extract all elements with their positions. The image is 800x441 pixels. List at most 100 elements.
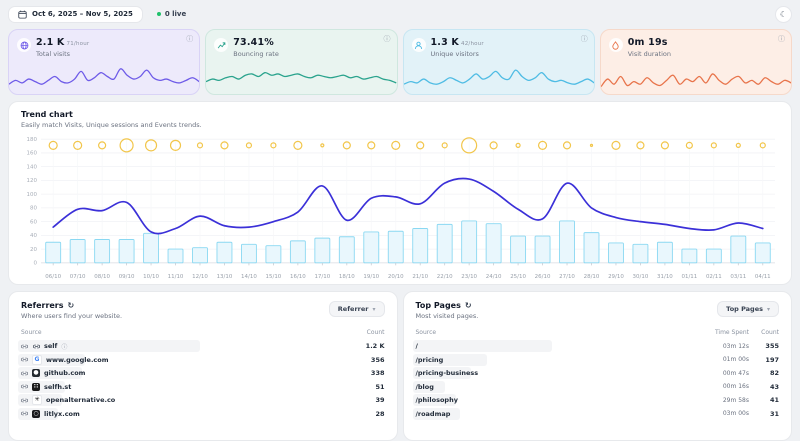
referrer-source: self [44,342,58,350]
svg-text:26/10: 26/10 [535,274,551,280]
bottom-row: Referrers ↻ Where users find your websit… [8,291,792,441]
stat-label: Unique visitors [430,50,479,58]
site-favicon: ● [32,369,40,377]
referrer-filter-dropdown[interactable]: Referrer ▾ [328,301,385,317]
svg-text:27/10: 27/10 [559,274,575,280]
page-count: 43 [769,382,779,391]
trend-chart[interactable]: 0 20 40 60 80 100 120 140 160 180 06/10 07/10 08/10 0… [21,131,779,283]
svg-text:01/11: 01/11 [681,274,697,280]
top-page-row[interactable]: /philosophy 29m 58s 41 [412,394,779,406]
svg-text:17/10: 17/10 [314,274,330,280]
svg-text:10/10: 10/10 [143,274,159,280]
top-pages-filter-dropdown[interactable]: Top Pages ▾ [717,301,779,317]
referrer-count: 1.2 K [365,342,385,350]
sparkline-bouncing-rate [206,62,396,94]
page-time-spent: 00m 16s [722,383,749,390]
theme-toggle-button[interactable]: ☾ [775,5,792,23]
chevron-down-icon: ▾ [372,305,376,313]
site-favicon [32,342,40,350]
info-icon[interactable]: ⓘ [186,34,193,44]
svg-text:08/10: 08/10 [94,274,110,280]
page-time-spent: 03m 00s [722,410,749,417]
link-icon [21,370,28,377]
stat-card-total-visits: ⓘ 2.1 K 71/hour Total visits [8,29,201,95]
svg-text:24/10: 24/10 [486,274,502,280]
svg-text:160: 160 [27,151,38,157]
svg-text:13/10: 13/10 [217,274,233,280]
referrer-row[interactable]: ○ litlyx.com 28 [18,407,385,420]
refresh-icon[interactable]: ↻ [68,301,75,310]
referrer-count: 39 [375,396,385,404]
date-range-picker[interactable]: Oct 6, 2025 – Nov 5, 2025 [8,5,143,23]
top-pages-panel: Top Pages ↻ Most visited pages. Top Page… [402,291,792,441]
referrer-source: litlyx.com [44,409,80,418]
svg-text:30/10: 30/10 [633,274,649,280]
referrer-row[interactable]: ✳ openalternative.co 39 [18,394,385,406]
referrers-table-header: Source Count [21,329,385,336]
info-icon[interactable]: ⓘ [61,342,67,351]
trend-chart-title: Trend chart [21,110,73,119]
referrer-row[interactable]: ∷ selfh.st 51 [18,380,385,393]
referrer-source: selfh.st [44,382,72,391]
top-page-row[interactable]: /pricing-business 00m 47s 82 [412,367,779,379]
column-count: Count [366,329,385,336]
referrer-row[interactable]: self ⓘ 1.2 K [18,340,385,352]
chevron-down-icon: ▾ [766,305,770,313]
info-icon[interactable]: ⓘ [778,34,785,44]
page-count: 197 [765,355,779,364]
top-page-row[interactable]: /roadmap 03m 00s 31 [412,407,779,420]
svg-text:31/10: 31/10 [657,274,673,280]
info-icon[interactable]: ⓘ [581,34,588,44]
link-icon [21,410,28,417]
referrers-title: Referrers [21,301,64,310]
svg-text:140: 140 [27,164,38,170]
svg-text:18/10: 18/10 [339,274,355,280]
sparkline-total-visits [9,62,199,94]
referrer-row[interactable]: ● github.com 338 [18,367,385,379]
date-range-label: Oct 6, 2025 – Nov 5, 2025 [32,10,133,18]
referrer-row[interactable]: Gwww.google.com 356 [18,353,385,366]
page-path: /pricing [415,355,444,364]
referrer-count: 356 [370,355,385,364]
site-favicon: ∷ [32,382,40,391]
svg-text:60: 60 [30,219,37,225]
page-path: /roadmap [415,409,451,418]
page-path: / [415,342,418,350]
live-dot [156,12,161,16]
top-page-row[interactable]: /pricing 01m 00s 197 [412,353,779,366]
top-page-row[interactable]: / 03m 12s 355 [412,340,779,352]
info-icon[interactable]: ⓘ [384,34,391,44]
page-path: /blog [415,382,434,391]
stat-card-unique-visitors: ⓘ 1.3 K 42/hour Unique visitors [402,29,595,95]
stats-row: ⓘ 2.1 K 71/hour Total visits ⓘ 73.41% Bo… [8,29,792,95]
page-path: /philosophy [415,396,458,404]
svg-text:15/10: 15/10 [266,274,282,280]
flame-icon [608,38,623,52]
stat-label: Bouncing rate [233,50,279,58]
referrers-panel: Referrers ↻ Where users find your websit… [8,291,398,441]
column-source: Source [415,329,437,336]
link-icon [21,383,28,390]
trend-chart-card: Trend chart Easily match Visits, Unique … [8,101,792,285]
stat-rate: 42/hour [461,41,484,47]
svg-text:20: 20 [30,247,37,253]
svg-text:11/10: 11/10 [168,274,184,280]
globe-icon [17,38,31,52]
live-label: 0 live [164,10,187,18]
stat-value: 0m 19s [627,37,668,48]
svg-text:22/10: 22/10 [437,274,453,280]
page-time-spent: 29m 58s [722,396,749,404]
referrer-source: www.google.com [46,355,109,364]
top-page-row[interactable]: /blog 00m 16s 43 [412,380,779,393]
svg-text:80: 80 [30,206,37,212]
svg-text:14/10: 14/10 [241,274,257,280]
svg-text:40: 40 [30,233,37,239]
svg-text:16/10: 16/10 [290,274,306,280]
link-icon [21,397,28,404]
site-favicon: ✳ [32,395,42,405]
svg-text:12/10: 12/10 [192,274,208,280]
page-time-spent: 03m 12s [722,342,749,350]
refresh-icon[interactable]: ↻ [465,301,472,310]
top-pages-title: Top Pages [415,301,461,310]
referrer-count: 338 [370,369,385,377]
